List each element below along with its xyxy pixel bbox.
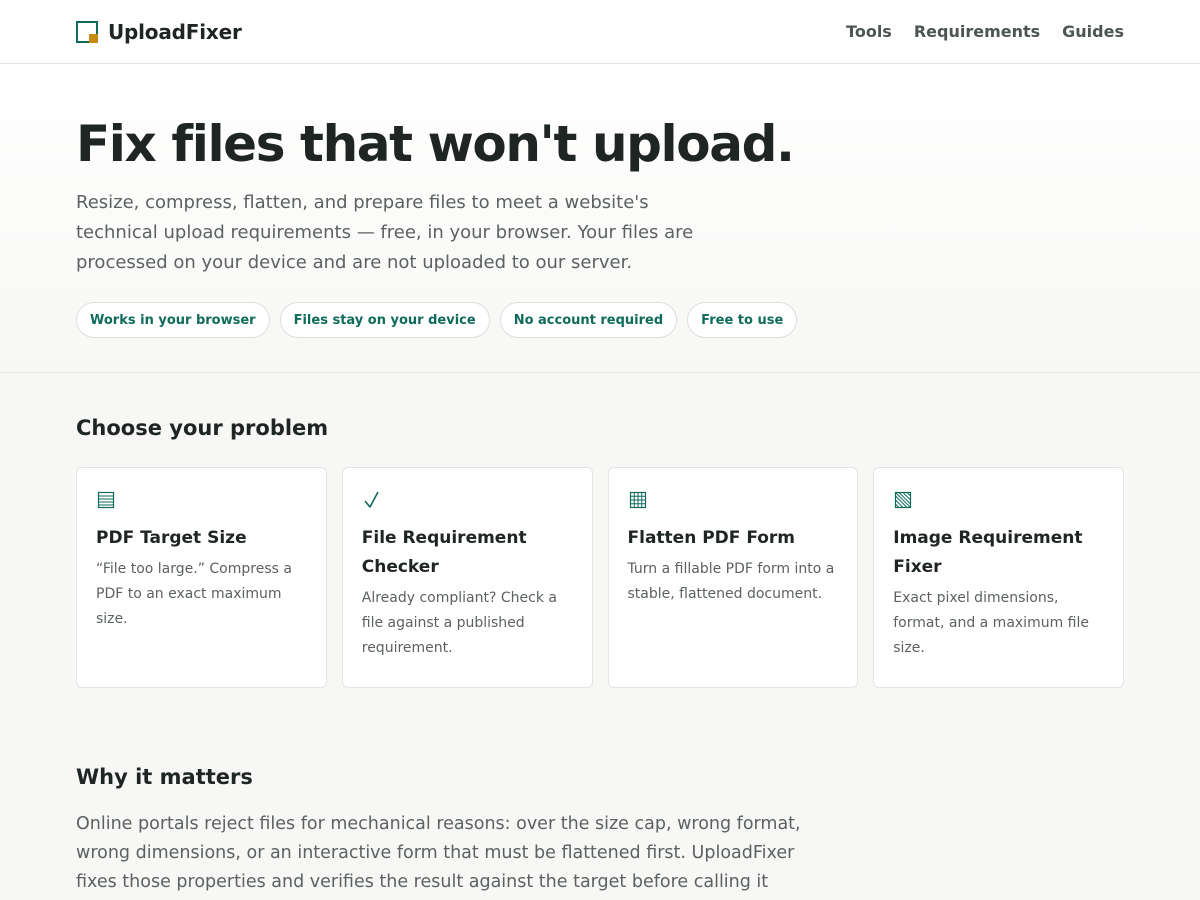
nav-tools[interactable]: Tools	[846, 22, 892, 41]
problem-cards: PDF Target Size “File too large.” Compre…	[76, 467, 1124, 688]
chip-free: Free to use	[687, 302, 798, 338]
logo-accent	[89, 33, 98, 43]
card-description: “File too large.” Compress a PDF to an e…	[96, 561, 292, 627]
brand-link[interactable]: UploadFixer	[76, 20, 242, 44]
card-title: File Requirement Checker	[361, 528, 527, 577]
site-header: UploadFixer Tools Requirements Guides	[0, 0, 1200, 64]
why-body: Online portals reject files for mechanic…	[76, 814, 801, 892]
card-title: Image Requirement Fixer	[893, 528, 1083, 577]
checkmark-icon	[362, 490, 382, 510]
why-title: Why it matters	[76, 765, 253, 789]
card-pdf-target-size[interactable]: PDF Target Size “File too large.” Compre…	[76, 467, 327, 688]
nav-requirements[interactable]: Requirements	[914, 22, 1040, 41]
card-description: Already compliant? Check a file against …	[361, 590, 557, 656]
main-nav: Tools Requirements Guides	[846, 22, 1124, 41]
card-description: Exact pixel dimensions, format, and a ma…	[893, 590, 1089, 656]
feature-chips: Works in your browser Files stay on your…	[76, 302, 1124, 338]
hatched-image-icon	[893, 490, 913, 510]
chip-no-account: No account required	[499, 302, 678, 338]
why-section: Why it matters Online portals reject fil…	[0, 688, 1200, 900]
logo-icon	[76, 20, 98, 43]
card-image-requirement-fixer[interactable]: Image Requirement Fixer Exact pixel dime…	[873, 467, 1124, 688]
document-lines-icon	[96, 490, 116, 510]
hero-title: Fix files that won't upload.	[76, 115, 795, 173]
card-title: Flatten PDF Form	[627, 528, 796, 548]
card-flatten-pdf-form[interactable]: Flatten PDF Form Turn a fillable PDF for…	[607, 467, 859, 688]
chip-device: Files stay on your device	[279, 302, 490, 338]
card-description: Turn a fillable PDF form into a stable, …	[627, 561, 835, 602]
problems-title: Choose your problem	[76, 416, 329, 440]
grid-icon	[628, 490, 648, 510]
hero-section: Fix files that won't upload. Resize, com…	[0, 64, 1200, 373]
nav-guides[interactable]: Guides	[1062, 22, 1124, 41]
brand-name: UploadFixer	[108, 19, 242, 44]
problems-section: Choose your problem PDF Target Size “Fil…	[0, 373, 1200, 688]
chip-browser: Works in your browser	[76, 302, 270, 338]
hero-lead: Resize, compress, flatten, and prepare f…	[76, 192, 694, 273]
card-title: PDF Target Size	[96, 528, 247, 548]
card-file-requirement-checker[interactable]: File Requirement Checker Already complia…	[341, 467, 593, 688]
